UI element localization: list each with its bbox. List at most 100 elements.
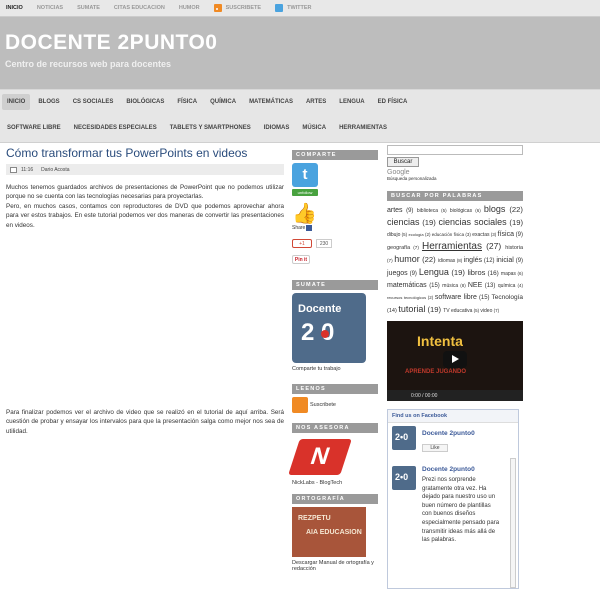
nicklabs-logo[interactable]: N — [288, 437, 352, 477]
tag-link[interactable]: juegos — [387, 270, 408, 277]
tag-link[interactable]: idiomas — [438, 258, 455, 264]
fb-page-avatar[interactable]: 2•0 — [392, 426, 416, 450]
menu-herramientas[interactable]: HERRAMIENTAS — [334, 120, 392, 136]
site-title[interactable]: DOCENTE 2PUNTO0 — [5, 31, 218, 55]
secondary-menu: SOFTWARE LIBRE NECESIDADES ESPECIALES TA… — [0, 113, 600, 143]
topnav-noticias[interactable]: NOTICIAS — [37, 5, 63, 11]
tag-link[interactable]: física — [498, 231, 514, 238]
menu-necesidades[interactable]: NECESIDADES ESPECIALES — [69, 120, 162, 136]
tag-link[interactable]: geografía — [387, 245, 410, 251]
logo-red-dot — [321, 330, 329, 338]
tag-link[interactable]: libros — [467, 268, 485, 277]
tag-count: (9) — [513, 258, 524, 264]
tag-link[interactable]: biológicas — [450, 208, 472, 214]
pinit-button[interactable]: Pin it — [292, 255, 310, 264]
rss-icon — [213, 4, 222, 12]
tag-link[interactable]: ecología — [409, 232, 424, 237]
menu-inicio[interactable]: INICIO — [2, 93, 31, 110]
tag-link[interactable]: ciencias sociales — [439, 217, 507, 227]
tag-link[interactable]: inglés — [464, 257, 482, 264]
logo-text-docente: Docente — [298, 303, 342, 315]
twitter-icon — [275, 4, 284, 12]
tag-link[interactable]: dibujo — [387, 232, 400, 238]
search-button[interactable]: Buscar — [387, 157, 419, 167]
topnav-inicio[interactable]: INICIO — [6, 5, 23, 11]
tag-count: (9) — [402, 208, 417, 214]
tag-count: (2) — [426, 295, 435, 300]
fb-scrollbar[interactable] — [510, 458, 516, 588]
tag-link[interactable]: tutorial — [398, 304, 425, 314]
tag-link[interactable]: blogs — [484, 204, 506, 214]
tag-link[interactable]: artes — [387, 207, 403, 214]
calendar-icon — [10, 166, 17, 173]
tag-link[interactable]: mapas — [501, 271, 516, 277]
site-header: DOCENTE 2PUNTO0 Centro de recursos web p… — [0, 17, 600, 89]
tag-count: (14) — [387, 308, 399, 314]
tag-link[interactable]: biblioteca — [417, 208, 438, 214]
tag-link[interactable]: Herramientas — [422, 241, 482, 252]
tag-link[interactable]: inicial — [496, 257, 514, 264]
post-paragraph-1: Muchos tenemos guardados archivos de pre… — [6, 184, 284, 201]
rss-feed-icon — [292, 397, 308, 413]
ortografia-image[interactable]: REZPETU AIA EDUCASION — [292, 507, 366, 557]
menu-musica[interactable]: MÚSICA — [297, 120, 331, 136]
twitter-share-icon[interactable]: t — [292, 163, 318, 187]
menu-quimica[interactable]: QUÍMICA — [205, 94, 241, 110]
topnav-citas[interactable]: CITAS EDUCACION — [114, 5, 165, 11]
menu-fisica[interactable]: FÍSICA — [172, 94, 202, 110]
post-title[interactable]: Cómo transformar tus PowerPoints en vide… — [6, 146, 284, 160]
tag-count: (3) — [489, 232, 498, 237]
tag-link[interactable]: ciencias — [387, 217, 420, 227]
menu-tablets[interactable]: TABLETS Y SMARTPHONES — [165, 120, 256, 136]
tag-count: (8) — [458, 283, 468, 288]
facebook-thumb-icon[interactable]: 👍 — [292, 204, 378, 224]
nicklabs-caption: NickLabs - BlogTech — [292, 480, 343, 486]
video-controls[interactable] — [387, 390, 523, 401]
topnav-humor[interactable]: HUMOR — [179, 5, 200, 11]
suscribete-link[interactable]: Suscribete — [310, 402, 336, 408]
fb-post-author[interactable]: Docente 2punto0 — [422, 466, 475, 473]
fb-like-button[interactable]: Like — [422, 444, 448, 452]
tag-link[interactable]: humor — [394, 254, 420, 264]
tag-link[interactable]: Lengua — [419, 267, 449, 277]
site-tagline: Centro de recursos web para docentes — [5, 59, 172, 69]
tag-link[interactable]: software libre — [435, 294, 477, 301]
tag-link[interactable]: matemáticas — [387, 282, 427, 289]
menu-ed-fisica[interactable]: ED FÍSICA — [373, 94, 413, 110]
topnav-sumate[interactable]: SUMATE — [77, 5, 100, 11]
menu-blogs[interactable]: BLOGS — [33, 94, 64, 110]
menu-cs-sociales[interactable]: CS SOCIALES — [68, 94, 119, 110]
menu-idiomas[interactable]: IDIOMAS — [259, 120, 295, 136]
tag-link[interactable]: exactas — [472, 232, 489, 238]
fb-header[interactable]: Find us on Facebook — [388, 410, 518, 423]
fb-page-name[interactable]: Docente 2punto0 — [422, 430, 475, 437]
tag-link[interactable]: video — [480, 308, 492, 314]
menu-matematicas[interactable]: MATEMÁTICAS — [244, 94, 298, 110]
twitter-follow-button[interactable]: unfollow — [292, 189, 318, 196]
tag-link[interactable]: química — [498, 283, 516, 289]
video-player[interactable]: Intenta APRENDE JUGANDO 0:00 / 00:00 — [387, 321, 523, 401]
tag-link[interactable]: TV educativa — [443, 308, 472, 314]
tag-link[interactable]: NEE — [468, 282, 482, 289]
menu-lengua[interactable]: LENGUA — [334, 94, 369, 110]
tag-count: (15) — [426, 283, 443, 289]
search-input[interactable] — [387, 145, 523, 155]
menu-artes[interactable]: ARTES — [301, 94, 331, 110]
tag-link[interactable]: recursos tecnológicos — [387, 295, 426, 300]
play-icon[interactable] — [443, 351, 467, 368]
tag-link[interactable]: Tecnología — [492, 294, 523, 301]
rss-subscribe[interactable]: Suscribete — [292, 397, 378, 413]
post-author[interactable]: Dario Acosta — [41, 167, 69, 173]
docente-logo[interactable]: Docente 2 0 — [292, 293, 366, 363]
menu-software-libre[interactable]: SOFTWARE LIBRE — [2, 120, 66, 136]
gplus-button[interactable]: +1 — [292, 239, 312, 248]
menu-biologicas[interactable]: BIOLÓGICAS — [121, 94, 169, 110]
topnav-twitter[interactable]: TWITTER — [275, 4, 312, 12]
tag-link[interactable]: música — [442, 283, 458, 289]
topnav-suscribete[interactable]: SUSCRIBETE — [213, 4, 261, 12]
tag-link[interactable]: historia — [505, 245, 523, 251]
fb-post-avatar[interactable]: 2•0 — [392, 466, 416, 490]
facebook-share-button[interactable]: Share — [292, 225, 378, 231]
tag-link[interactable]: educación física — [432, 232, 464, 237]
tag-count: (7) — [410, 245, 422, 250]
